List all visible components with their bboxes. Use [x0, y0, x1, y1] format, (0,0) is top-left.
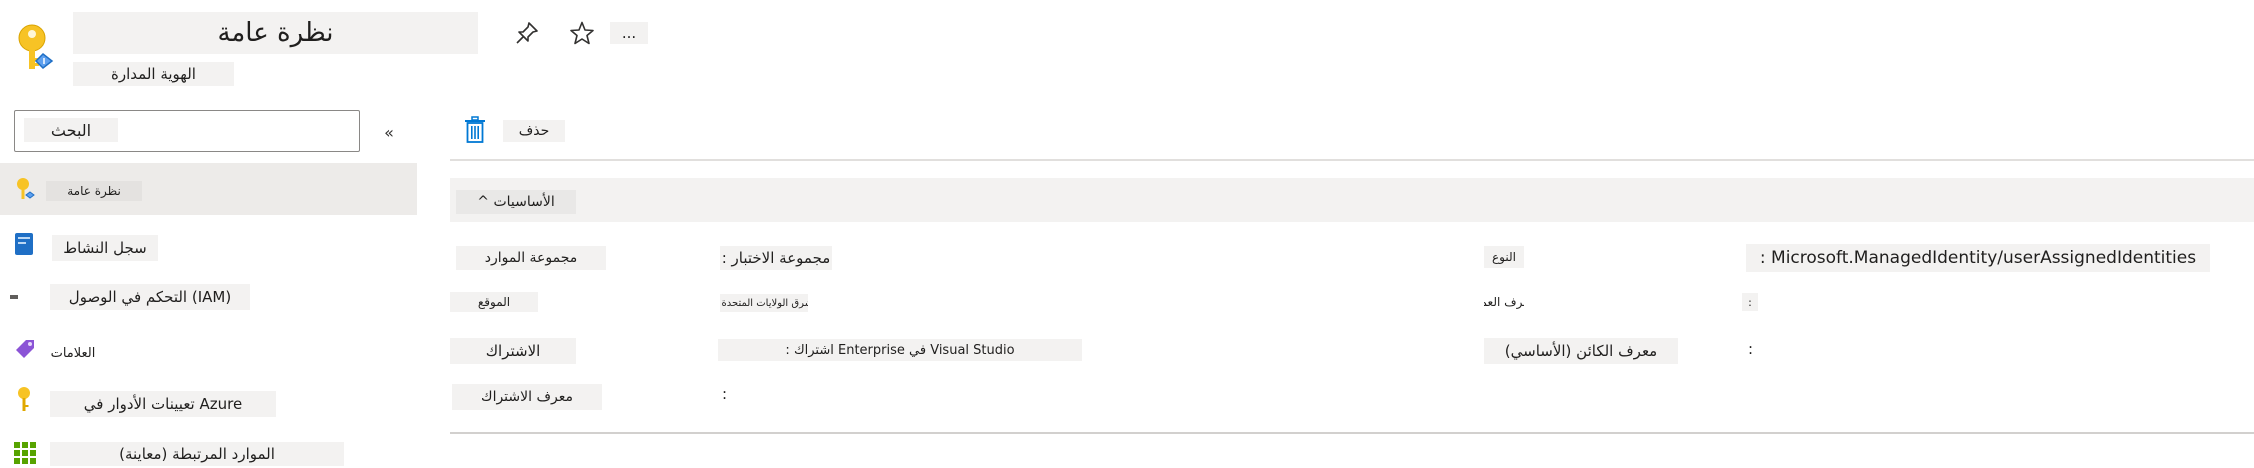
sidebar-item-activity-log[interactable]: سجل النشاط [52, 235, 158, 261]
essentials-label-object-id: معرف الكائن (الأساسي) [1484, 338, 1678, 364]
essentials-value-subscription[interactable]: : اشتراك Enterprise في Visual Studio [718, 339, 1082, 361]
search-placeholder: البحث [24, 118, 118, 142]
activity-log-icon[interactable] [13, 231, 35, 257]
sidebar-item-tags[interactable]: العلامات [46, 342, 100, 364]
essentials-value-subscription-id: : [722, 385, 728, 403]
essentials-label-client-id: معرف العميل) [1484, 291, 1524, 313]
essentials-label-location: الموقع [450, 292, 538, 312]
essentials-label-type: النوع [1484, 246, 1524, 268]
essentials-label-resource-group: مجموعة الموارد [456, 246, 606, 270]
essentials-divider [450, 432, 2254, 434]
delete-icon[interactable] [463, 116, 487, 144]
page-subtitle: الهوية المدارة [73, 62, 234, 86]
collapse-sidebar-button[interactable]: « [376, 120, 402, 144]
toolbar-divider [450, 159, 2254, 161]
sidebar-item-related-resources[interactable]: الموارد المرتبطة (معاينة) [50, 442, 344, 466]
sidebar-item-iam[interactable]: التحكم في الوصول (IAM) [50, 284, 250, 310]
essentials-toggle-button[interactable]: ^ الأساسيات [456, 190, 576, 214]
sidebar-item-label: نظرة عامة [46, 181, 142, 201]
sidebar-item-role-assignments[interactable]: تعيينات الأدوار في Azure [50, 391, 276, 417]
page-title: نظرة عامة [73, 12, 478, 54]
key-icon [13, 386, 35, 414]
essentials-value-type[interactable]: : Microsoft.ManagedIdentity/userAssigned… [1746, 244, 2210, 272]
essentials-label-subscription: الاشتراك [450, 338, 576, 364]
iam-icon [10, 295, 18, 299]
essentials-value-client-id[interactable]: : [1742, 293, 1758, 311]
delete-button[interactable]: حذف [503, 120, 565, 142]
essentials-value-location[interactable]: : شرق الولايات المتحدة [720, 294, 808, 312]
pin-icon[interactable] [512, 18, 542, 48]
essentials-value-resource-group[interactable]: : مجموعة الاختبار [720, 246, 832, 270]
managed-identity-icon [10, 20, 58, 76]
tag-icon [12, 336, 38, 362]
star-icon[interactable] [567, 18, 597, 48]
more-button[interactable]: ... [610, 22, 648, 44]
essentials-header [450, 178, 2254, 222]
managed-identity-icon [13, 177, 37, 203]
essentials-value-object-id[interactable]: : [1748, 340, 1764, 362]
grid-icon [13, 441, 37, 465]
essentials-label-subscription-id: معرف الاشتراك [452, 384, 602, 410]
